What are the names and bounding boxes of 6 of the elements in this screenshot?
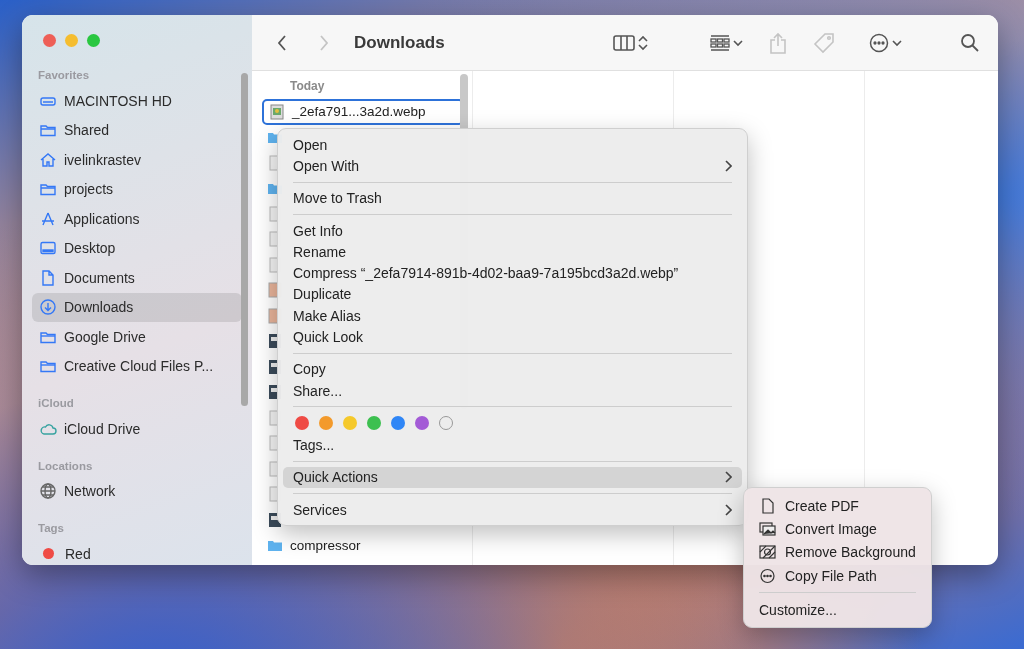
- section-heading: Locations: [37, 459, 94, 472]
- group-heading: Today: [289, 79, 326, 95]
- section-heading: Favorites: [37, 69, 91, 81]
- window-title: Downloads: [354, 32, 445, 53]
- section-heading: Tags: [37, 522, 65, 534]
- section-heading: iCloud: [37, 397, 75, 409]
